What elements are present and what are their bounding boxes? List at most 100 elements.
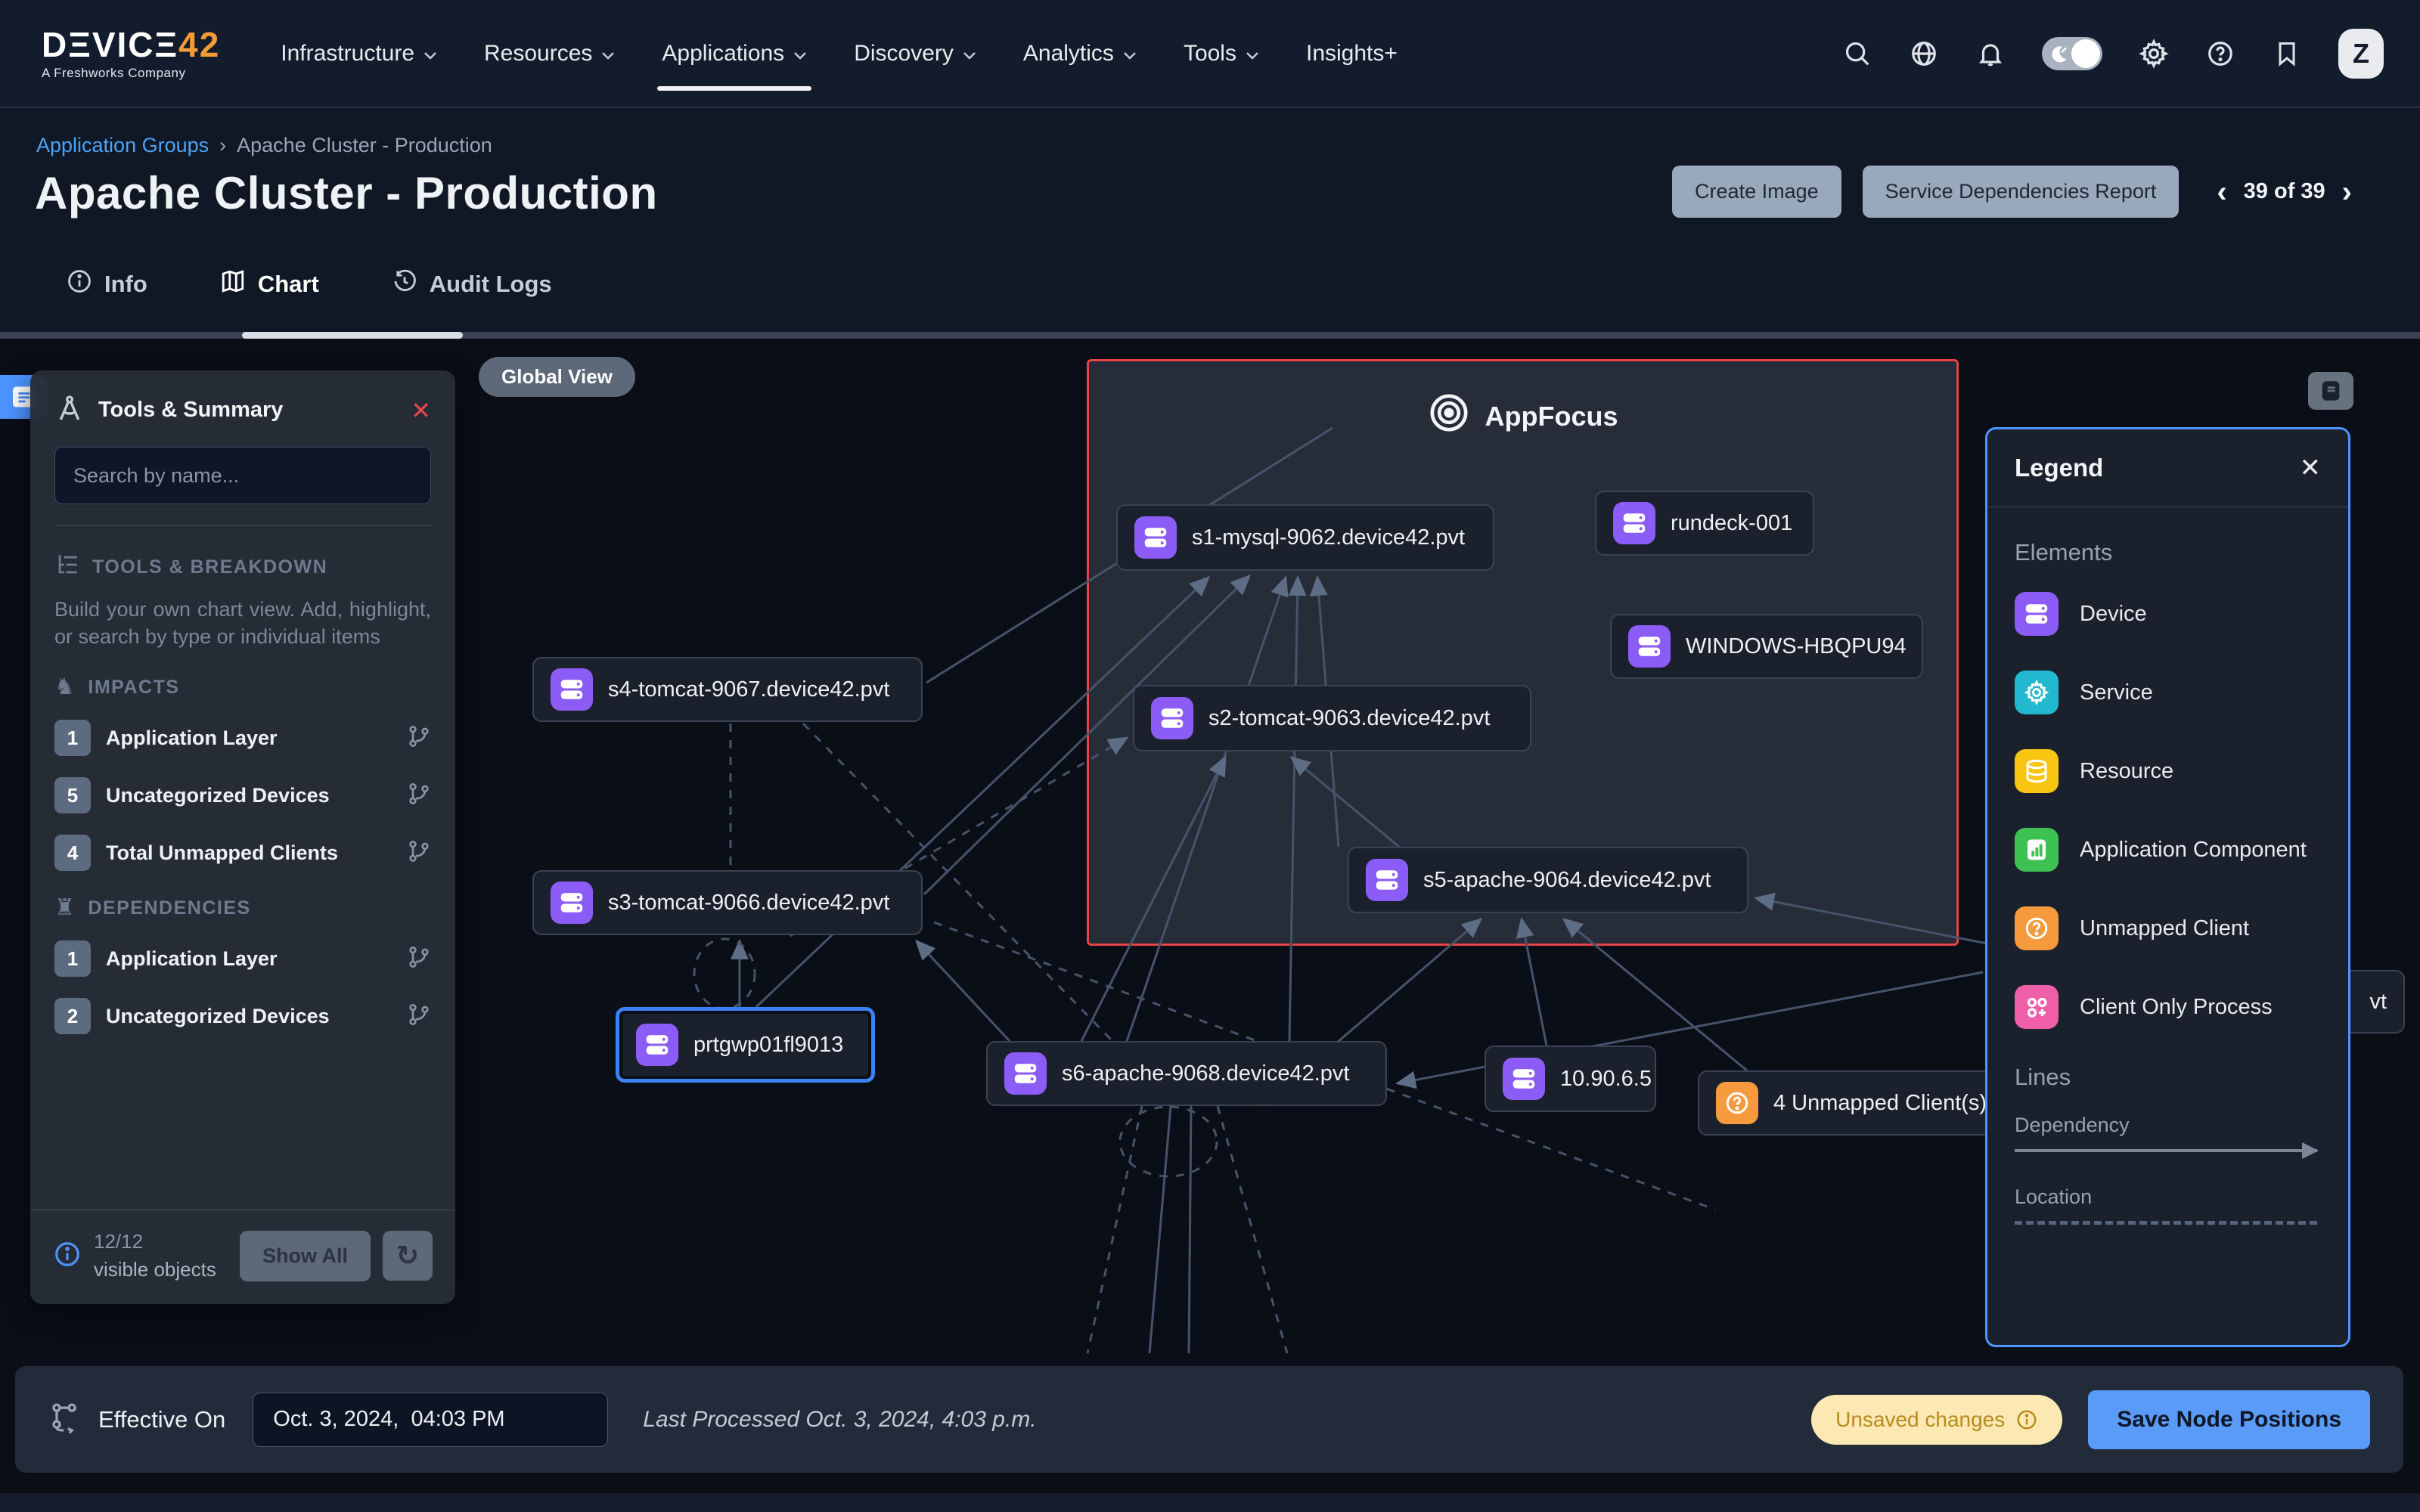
device-node[interactable]: rundeck-001 <box>1595 491 1814 556</box>
row-label: Application Layer <box>106 727 278 750</box>
knight-icon: ♞ <box>54 676 76 699</box>
nav-item-insights-[interactable]: Insights+ <box>1305 36 1399 71</box>
search-input[interactable] <box>54 447 431 504</box>
summary-row[interactable]: 4Total Unmapped Clients <box>54 835 431 871</box>
legend-item-service: Service <box>2015 671 2321 714</box>
device42-logo[interactable]: DΞVICΞ42 A Freshworks Company <box>42 27 220 79</box>
device-node[interactable]: s5-apache-9064.device42.pvt <box>1348 847 1748 913</box>
drafting-tools-icon <box>54 393 85 427</box>
tools-breakdown-section-header: TOOLS & BREAKDOWN <box>54 552 431 583</box>
summary-row[interactable]: 5 Uncategorized Devices <box>54 777 431 813</box>
device-node[interactable]: s6-apache-9068.device42.pvt <box>986 1041 1387 1106</box>
show-all-button[interactable]: Show All <box>240 1231 371 1281</box>
tab-map-icon <box>220 268 246 300</box>
node-label: rundeck-001 <box>1671 511 1792 536</box>
server-icon <box>636 1024 678 1066</box>
nav-item-resources[interactable]: Resources <box>482 36 616 71</box>
nav-item-label: Infrastructure <box>281 41 414 67</box>
device-node[interactable]: prtgwp01fl9013 <box>616 1007 875 1083</box>
next-page-icon[interactable]: › <box>2339 177 2355 207</box>
breadcrumb-current: Apache Cluster - Production <box>237 134 492 157</box>
refresh-button[interactable]: ↻ <box>383 1231 433 1281</box>
nav-item-discovery[interactable]: Discovery <box>852 36 978 71</box>
tab-info[interactable]: Info <box>67 268 147 300</box>
nav-item-infrastructure[interactable]: Infrastructure <box>279 36 439 71</box>
nav-item-applications[interactable]: Applications <box>660 36 808 71</box>
device-node[interactable]: WINDOWS-HBQPU94 <box>1610 614 1923 679</box>
globe-icon[interactable] <box>1909 39 1939 69</box>
row-label: Uncategorized Devices <box>106 1005 330 1028</box>
summary-row[interactable]: 2 Uncategorized Devices <box>54 998 431 1034</box>
device-node[interactable]: s1-mysql-9062.device42.pvt <box>1116 504 1494 571</box>
node-label: s6-apache-9068.device42.pvt <box>1062 1061 1349 1086</box>
divider <box>54 525 431 526</box>
row-label: Uncategorized Devices <box>106 784 330 807</box>
server-icon <box>551 881 593 924</box>
server-icon <box>1613 502 1655 544</box>
server-icon <box>1628 625 1671 668</box>
summary-row[interactable]: 1Application Layer <box>54 720 431 756</box>
horizontal-scrollbar[interactable] <box>0 332 2420 339</box>
panel-title: Tools & Summary <box>98 398 283 423</box>
count-badge: 5 <box>54 777 91 813</box>
notifications-bell-icon[interactable] <box>1975 39 2006 69</box>
legend-item-label: Device <box>2080 602 2147 627</box>
search-icon[interactable] <box>1842 39 1872 69</box>
header-actions: Create Image Service Dependencies Report… <box>1672 166 2355 218</box>
user-avatar[interactable]: Z <box>2338 29 2384 79</box>
visible-objects-label: visible objects <box>94 1258 216 1281</box>
branch-icon[interactable] <box>407 839 431 867</box>
unmapped-icon <box>2015 906 2059 950</box>
main-menu: Infrastructure Resources Applications Disco… <box>279 36 1399 71</box>
row-label: Total Unmapped Clients <box>106 841 338 865</box>
legend-close-icon[interactable]: ✕ <box>2300 455 2322 481</box>
device-node[interactable]: s2-tomcat-9063.device42.pvt <box>1133 685 1531 751</box>
toggle-knob <box>2071 39 2100 68</box>
tab-chart[interactable]: Chart <box>220 268 319 300</box>
service-dependencies-report-button[interactable]: Service Dependencies Report <box>1863 166 2180 218</box>
prev-page-icon[interactable]: ‹ <box>2214 177 2229 207</box>
server-icon <box>1134 516 1177 559</box>
settings-gear-icon[interactable] <box>2139 39 2169 69</box>
node-label: 4 Unmapped Client(s) <box>1773 1091 1987 1116</box>
device-node[interactable]: s4-tomcat-9067.device42.pvt <box>532 657 923 722</box>
legend-elements-title: Elements <box>2015 539 2321 566</box>
branch-icon[interactable] <box>407 945 431 973</box>
effective-on-input[interactable] <box>253 1393 608 1447</box>
summary-row[interactable]: 1Application Layer <box>54 940 431 977</box>
device-node[interactable]: 10.90.6.5 <box>1485 1046 1656 1112</box>
dark-mode-toggle[interactable] <box>2042 37 2102 70</box>
breadcrumb-separator: › <box>219 134 226 157</box>
save-node-positions-button[interactable]: Save Node Positions <box>2088 1390 2370 1449</box>
unmapped-client-node[interactable]: 4 Unmapped Client(s) <box>1698 1070 2000 1136</box>
legend-item-unmapped: Unmapped Client <box>2015 906 2321 950</box>
create-image-button[interactable]: Create Image <box>1672 166 1841 218</box>
nav-item-label: Applications <box>662 41 784 67</box>
bookmark-icon[interactable] <box>2272 39 2302 69</box>
help-icon[interactable] <box>2205 39 2235 69</box>
nav-item-analytics[interactable]: Analytics <box>1022 36 1138 71</box>
branch-icon[interactable] <box>407 782 431 810</box>
device-node[interactable]: s3-tomcat-9066.device42.pvt <box>532 870 923 935</box>
legend-item-resource: Resource <box>2015 749 2321 793</box>
tab-audit-logs[interactable]: Audit Logs <box>392 268 552 300</box>
app-component-icon <box>2015 828 2059 872</box>
nav-item-tools[interactable]: Tools <box>1182 36 1261 71</box>
scrollbar-thumb[interactable] <box>242 332 463 339</box>
legend-item-label: Application Component <box>2080 838 2307 863</box>
dependencies-section-header: ♜ DEPENDENCIES <box>54 897 431 919</box>
page-header: Application Groups › Apache Cluster - Pr… <box>0 108 2420 339</box>
nav-item-label: Resources <box>484 41 592 67</box>
info-icon <box>2015 1408 2038 1431</box>
service-icon <box>2015 671 2059 714</box>
server-icon <box>551 668 593 711</box>
breadcrumb-link[interactable]: Application Groups <box>36 134 209 157</box>
close-icon[interactable]: ✕ <box>411 398 431 423</box>
dependency-chart-canvas[interactable]: AppFocus s1-mysql-9062.device42.pvtrunde… <box>0 339 2420 1493</box>
legend-toggle-button[interactable] <box>2308 372 2353 410</box>
branch-icon[interactable] <box>407 1002 431 1030</box>
row-label: Application Layer <box>106 947 278 971</box>
branch-icon[interactable] <box>407 724 431 752</box>
client-process-icon <box>2015 985 2059 1029</box>
count-badge: 2 <box>54 998 91 1034</box>
